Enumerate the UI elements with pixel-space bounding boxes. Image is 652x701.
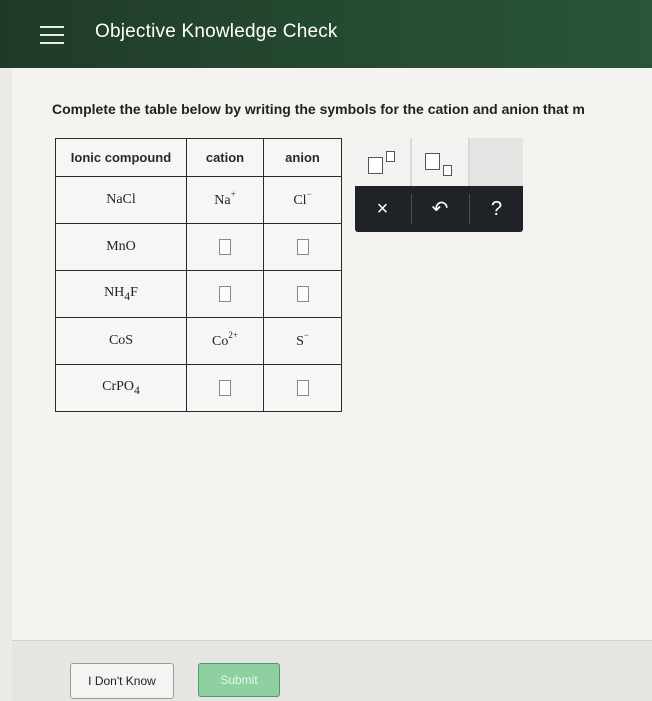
compound-cell: MnO (55, 223, 187, 271)
close-icon: × (376, 198, 389, 220)
table-row: NaCl Na+ Cl− (55, 176, 342, 224)
anion-symbol[interactable]: S− (296, 330, 309, 350)
anion-input-box[interactable] (296, 238, 309, 255)
help-icon: ? (490, 198, 503, 220)
dont-know-button[interactable]: I Don't Know (70, 663, 174, 699)
app-header: Objective Knowledge Check (0, 0, 652, 68)
palette-empty-slot (470, 138, 523, 186)
ion-table: Ionic compound cation anion NaCl Na+ Cl− Mn… (55, 138, 342, 412)
page-title: Objective Knowledge Check (95, 21, 338, 42)
help-button[interactable]: ? (470, 186, 523, 232)
table-row: MnO (55, 223, 342, 271)
ion-charge: 2+ (228, 329, 238, 340)
compound-formula: CrPO4 (102, 379, 140, 397)
column-header-cation: cation (186, 138, 264, 177)
compound-formula: MnO (106, 239, 136, 254)
undo-button[interactable]: ↶ (412, 186, 468, 232)
column-header-compound: Ionic compound (55, 138, 187, 177)
hamburger-menu-icon[interactable] (40, 26, 64, 44)
cation-symbol[interactable]: Co2+ (212, 330, 238, 350)
clear-button[interactable]: × (355, 186, 410, 232)
subscript-button[interactable] (412, 138, 468, 186)
table-row: CoS Co2+ S− (55, 317, 342, 365)
instruction-text: Complete the table below by writing the … (52, 101, 585, 117)
column-header-anion: anion (263, 138, 342, 177)
undo-icon: ↶ (431, 198, 449, 220)
table-row: NH4F (55, 270, 342, 318)
cation-input-box[interactable] (219, 379, 231, 396)
anion-cell[interactable]: S− (263, 317, 342, 365)
ion-charge: − (303, 329, 309, 340)
compound-cell: NaCl (55, 176, 187, 224)
cation-cell[interactable]: Na+ (186, 176, 264, 224)
anion-input-box[interactable] (296, 379, 309, 396)
ion-charge: − (306, 188, 312, 199)
anion-input-box[interactable] (296, 285, 309, 302)
anion-cell[interactable] (263, 270, 342, 318)
submit-button[interactable]: Submit (198, 663, 280, 697)
compound-formula: CoS (108, 333, 134, 348)
table-row: CrPO4 (55, 364, 342, 412)
anion-cell[interactable] (263, 223, 342, 271)
compound-cell: CoS (55, 317, 187, 365)
cation-input-box[interactable] (219, 285, 231, 302)
compound-formula: NH4F (104, 285, 138, 303)
math-palette: × ↶ ? (355, 138, 523, 232)
ion-table-body: NaCl Na+ Cl− MnO NH4F CoS Co2+ S− CrPO4 (55, 176, 342, 412)
cation-input-box[interactable] (219, 238, 231, 255)
ion-charge: + (230, 188, 236, 199)
cation-cell[interactable] (186, 364, 264, 412)
cation-cell[interactable] (186, 270, 264, 318)
question-panel: Complete the table below by writing the … (12, 68, 652, 640)
compound-formula: NaCl (106, 192, 136, 207)
table-header-row: Ionic compound cation anion (55, 138, 342, 177)
palette-action-bar: × ↶ ? (355, 186, 523, 232)
formula-subscript: 4 (134, 383, 140, 397)
compound-cell: CrPO4 (55, 364, 187, 412)
superscript-button[interactable] (355, 138, 410, 186)
anion-symbol[interactable]: Cl− (293, 189, 311, 209)
cation-symbol[interactable]: Na+ (214, 189, 235, 209)
cation-cell[interactable] (186, 223, 264, 271)
compound-cell: NH4F (55, 270, 187, 318)
anion-cell[interactable]: Cl− (263, 176, 342, 224)
cation-cell[interactable]: Co2+ (186, 317, 264, 365)
anion-cell[interactable] (263, 364, 342, 412)
footer-bar: I Don't Know Submit (12, 640, 652, 701)
